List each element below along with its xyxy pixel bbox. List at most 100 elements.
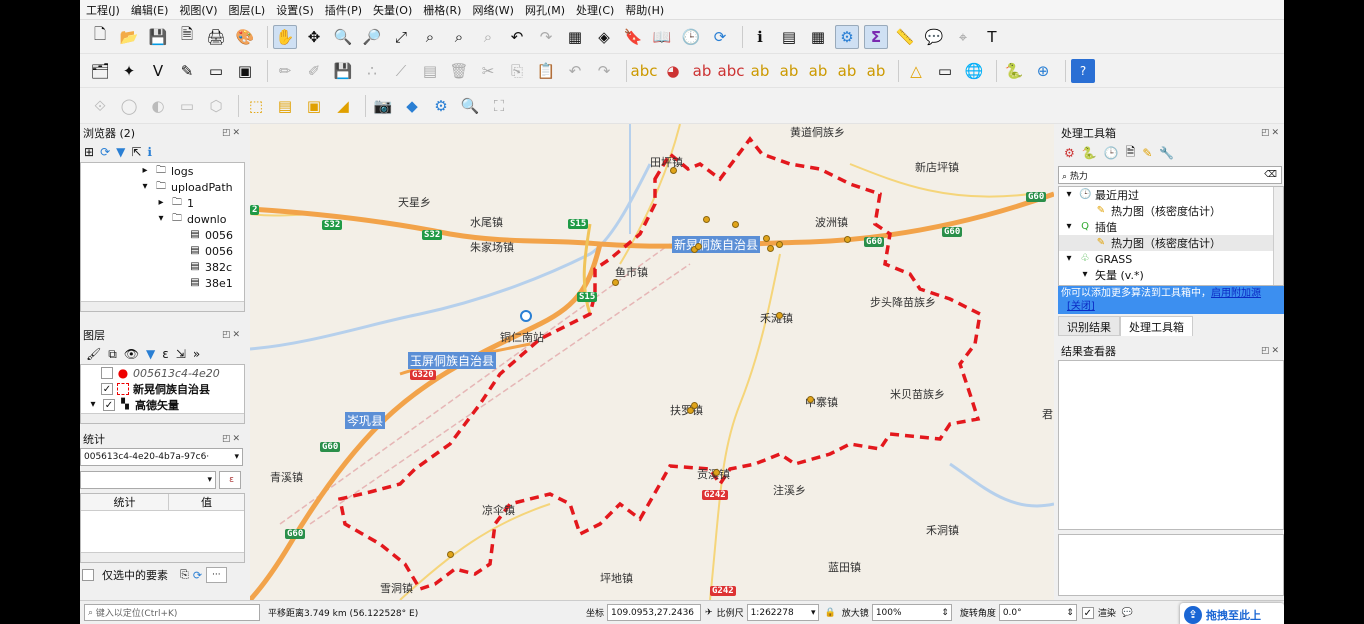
- copy-icon[interactable]: ⎘: [180, 568, 189, 582]
- rotation-spinbox[interactable]: 0.0° ⇕: [998, 604, 1077, 621]
- search-map-icon[interactable]: 🔍: [458, 94, 482, 118]
- map-canvas[interactable]: 天星乡 水尾镇 朱家场镇 田坪镇 新店坪镇 波洲镇 鱼市镇 步头降苗族乡 禾滩镇 铜仁南站 中寨镇米…: [250, 124, 1054, 600]
- save-edits-icon[interactable]: 💾: [331, 59, 355, 83]
- toolbox-search-input[interactable]: ⌕ 热力 ⌫: [1058, 166, 1282, 184]
- georeferencer-icon[interactable]: △: [904, 59, 928, 83]
- tree-item-heatmap-interp[interactable]: ✎ 热力图（核密度估计）: [1059, 235, 1283, 251]
- layer-item[interactable]: ● 005613c4-4e20: [81, 365, 244, 381]
- menu-item[interactable]: 网络(W): [472, 2, 513, 18]
- polygon-shape-icon[interactable]: ⬡: [204, 94, 228, 118]
- panel-buttons[interactable]: ◰✕: [222, 434, 242, 444]
- style-icon[interactable]: 🖌: [86, 347, 101, 361]
- text-annotation-icon[interactable]: T: [980, 25, 1004, 49]
- map-point-marker[interactable]: [612, 279, 619, 286]
- menu-item[interactable]: 设置(S): [276, 2, 314, 18]
- selected-only-checkbox[interactable]: [82, 569, 94, 581]
- tab-processing-toolbox[interactable]: 处理工具箱: [1120, 316, 1193, 336]
- refresh-icon[interactable]: ⟳: [708, 25, 732, 49]
- list-item[interactable]: ▤ 0056: [81, 243, 244, 259]
- label-change-icon[interactable]: ab: [864, 59, 888, 83]
- enable-source-link[interactable]: 启用附加源: [1211, 288, 1261, 299]
- visibility-icon[interactable]: 👁: [124, 347, 139, 361]
- zoom-selection-icon[interactable]: ⌕: [418, 25, 442, 49]
- list-item[interactable]: ▾ 🗀 downlo: [81, 211, 244, 227]
- lock-icon[interactable]: 🔒: [825, 608, 836, 618]
- locator-input[interactable]: ⌕ 键入以定位(Ctrl+K): [84, 604, 260, 621]
- modify-attributes-icon[interactable]: ▤: [418, 59, 442, 83]
- identify-icon[interactable]: ℹ: [748, 25, 772, 49]
- save-project-icon[interactable]: 💾: [146, 25, 170, 49]
- zoom-last-icon[interactable]: ↶: [505, 25, 529, 49]
- bookmark-new-icon[interactable]: 🔖: [621, 25, 645, 49]
- paste-icon[interactable]: 📋: [534, 59, 558, 83]
- circle-shape-icon[interactable]: ◐: [146, 94, 170, 118]
- stats-field-select[interactable]: ▾: [80, 471, 216, 489]
- add-db-layer-icon[interactable]: ▭: [204, 59, 228, 83]
- regular-shape-icon[interactable]: ◯: [117, 94, 141, 118]
- layer-filter-icon[interactable]: ▼: [146, 347, 155, 361]
- results-icon[interactable]: 🗎: [1126, 143, 1136, 164]
- close-notice-link[interactable]: [关闭]: [1067, 301, 1095, 312]
- checkbox[interactable]: [101, 367, 113, 379]
- zoom-native-icon[interactable]: ⌕: [476, 25, 500, 49]
- coord-toggle-icon[interactable]: ✈: [705, 608, 713, 618]
- add-vector-icon[interactable]: V: [146, 59, 170, 83]
- settings-gear-icon[interactable]: ⚙: [429, 94, 453, 118]
- expand-icon[interactable]: ⇲: [176, 347, 186, 361]
- edit-features-icon[interactable]: ✎: [1142, 146, 1152, 160]
- map-point-marker[interactable]: [844, 236, 851, 243]
- copy-icon[interactable]: ⎘: [505, 59, 529, 83]
- open-project-icon[interactable]: 📂: [117, 25, 141, 49]
- zoom-full-icon[interactable]: ⤢: [389, 25, 413, 49]
- annotation-icon[interactable]: ◢: [331, 94, 355, 118]
- panel-buttons[interactable]: ◰✕: [1261, 128, 1281, 138]
- tab-identify-results[interactable]: 识别结果: [1058, 316, 1120, 336]
- coord-field[interactable]: 109.0953,27.2436: [607, 604, 702, 621]
- statistics-icon[interactable]: Σ: [864, 24, 888, 49]
- vertex-tool-icon[interactable]: ⟋: [389, 59, 413, 83]
- menu-item[interactable]: 插件(P): [325, 2, 362, 18]
- cut-icon[interactable]: ✂: [476, 59, 500, 83]
- add-point-icon[interactable]: ∴: [360, 59, 384, 83]
- magnifier-spinbox[interactable]: 100% ⇕: [871, 604, 952, 621]
- tree-item-heatmap[interactable]: ✎ 热力图（核密度估计）: [1059, 203, 1283, 219]
- clear-icon[interactable]: ⌫: [1264, 170, 1277, 180]
- menu-item[interactable]: 矢量(O): [373, 2, 412, 18]
- new-project-icon[interactable]: 🗋: [88, 25, 112, 49]
- checkbox-checked[interactable]: ✓: [101, 383, 113, 395]
- move-label-icon[interactable]: ab: [748, 59, 772, 83]
- show-label-icon[interactable]: ab: [777, 59, 801, 83]
- list-item[interactable]: ▸ 🗀 logs: [81, 163, 244, 179]
- tree-group-grass[interactable]: ▾ ♧ GRASS: [1059, 251, 1283, 267]
- refresh-icon[interactable]: ⟳: [193, 569, 202, 582]
- new-layer-icon[interactable]: ✦: [117, 59, 141, 83]
- menu-item[interactable]: 网孔(M): [525, 2, 565, 18]
- map-tips-icon[interactable]: 💬: [922, 25, 946, 49]
- temporal-icon[interactable]: 🕒: [679, 25, 703, 49]
- save-as-icon[interactable]: 🗎: [175, 25, 199, 49]
- print-layout-icon[interactable]: 🖨: [204, 25, 228, 49]
- map-point-marker[interactable]: [695, 243, 702, 250]
- highlight-label-icon[interactable]: abc: [718, 59, 745, 83]
- menu-item[interactable]: 视图(V): [179, 2, 217, 18]
- quickmap-icon[interactable]: ⊕: [1031, 59, 1055, 83]
- more-button[interactable]: ···: [206, 567, 227, 583]
- map-point-marker[interactable]: [776, 241, 783, 248]
- menu-item[interactable]: 帮助(H): [625, 2, 664, 18]
- list-item[interactable]: ▾ 🗀 uploadPath: [81, 179, 244, 195]
- data-source-manager-icon[interactable]: 🗂: [88, 59, 112, 83]
- upload-popup[interactable]: ⇪ 拖拽至此上: [1180, 603, 1284, 624]
- expression-button[interactable]: ε: [219, 471, 241, 489]
- label-icon[interactable]: abc: [631, 59, 658, 83]
- vertical-scrollbar[interactable]: [1273, 187, 1283, 285]
- new-3d-view-icon[interactable]: ◈: [592, 25, 616, 49]
- add-raster-icon[interactable]: ▣: [233, 59, 257, 83]
- map-point-marker[interactable]: [447, 551, 454, 558]
- label-props-icon[interactable]: ab: [835, 59, 859, 83]
- rectangle-shape-icon[interactable]: ▭: [175, 94, 199, 118]
- checkbox-checked[interactable]: ✓: [103, 399, 115, 411]
- menu-item[interactable]: 工程(J): [86, 2, 120, 18]
- messages-icon[interactable]: 💬: [1122, 608, 1133, 618]
- panel-buttons[interactable]: ◰✕: [222, 330, 242, 340]
- zoom-next-icon[interactable]: ↷: [534, 25, 558, 49]
